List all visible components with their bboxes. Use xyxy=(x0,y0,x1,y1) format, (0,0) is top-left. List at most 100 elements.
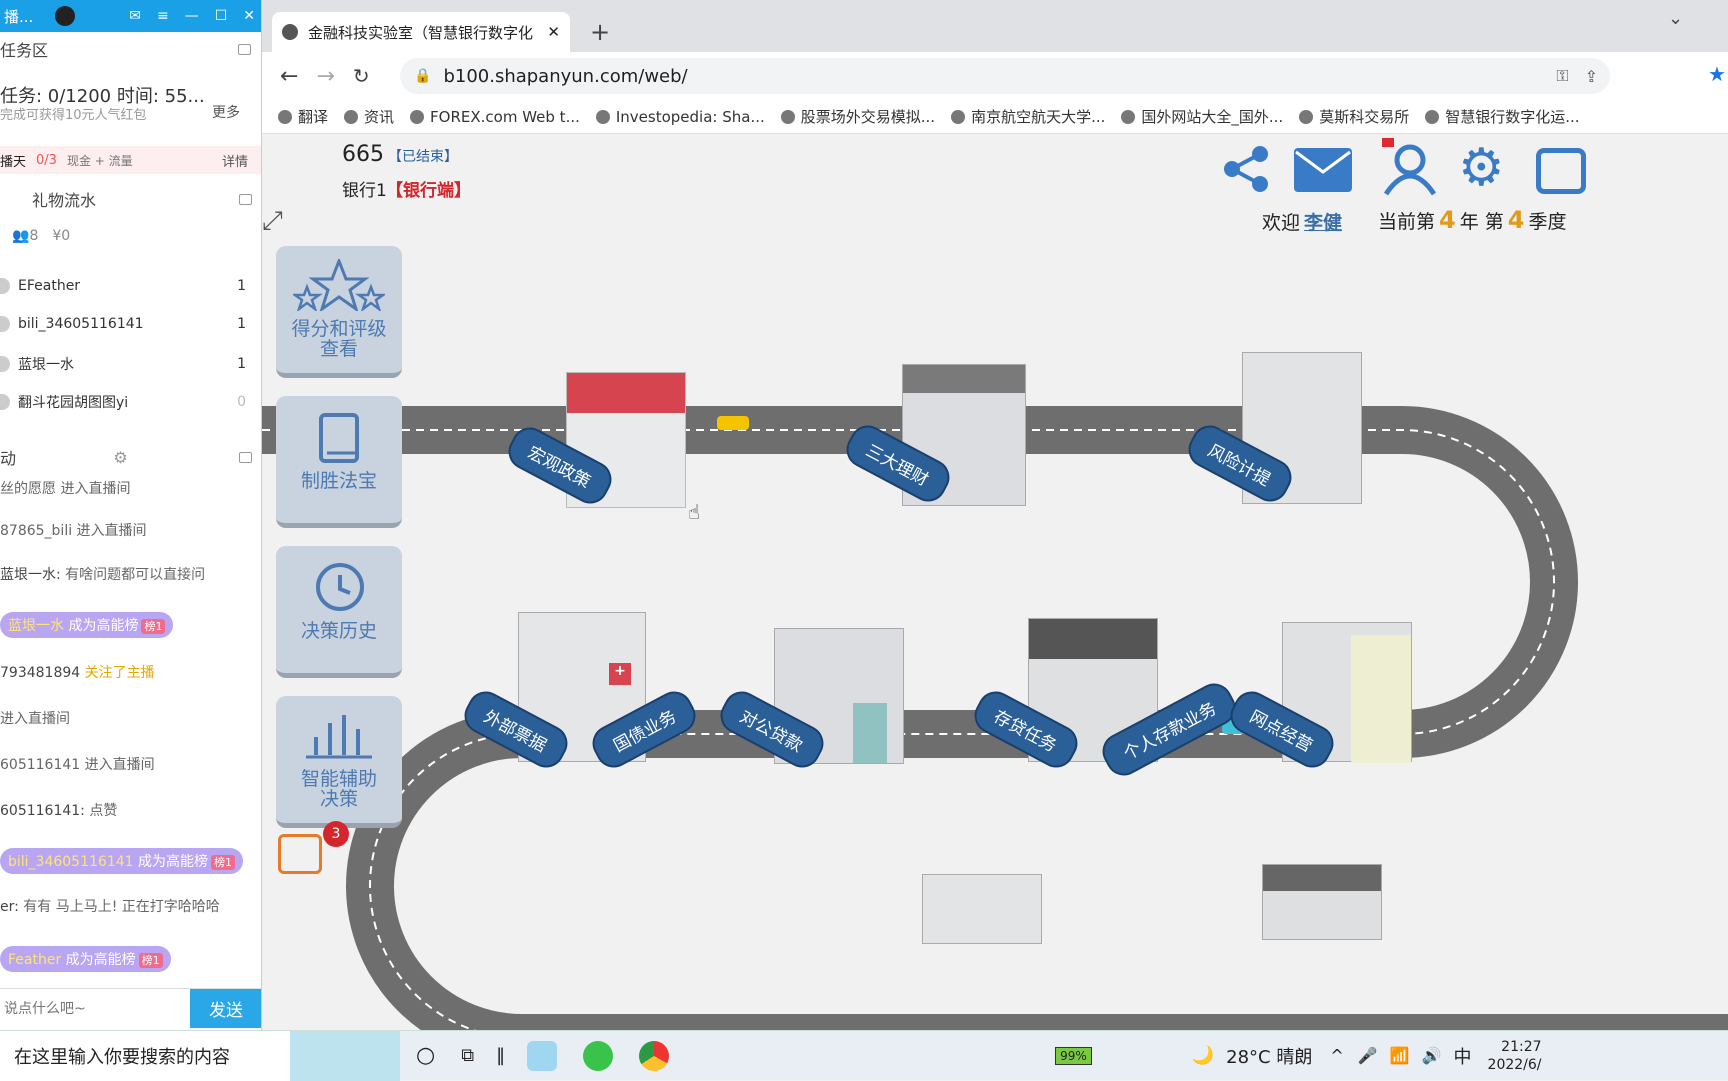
stats-row: 👥8 ¥0 xyxy=(12,228,70,244)
minimize-icon[interactable]: — xyxy=(185,8,199,24)
subtask-count: 0/3 xyxy=(36,152,57,168)
mail-icon[interactable] xyxy=(1294,148,1352,196)
lower-building-1[interactable] xyxy=(922,874,1042,944)
avatar[interactable] xyxy=(55,6,76,26)
back-icon[interactable]: ← xyxy=(280,64,298,89)
bookmark-item[interactable]: 国外网站大全_国外... xyxy=(1121,106,1283,127)
weather-text[interactable]: 28°C 晴朗 xyxy=(1226,1043,1312,1069)
popout-icon[interactable] xyxy=(239,193,252,205)
chrome-icon[interactable] xyxy=(639,1040,670,1071)
avatar xyxy=(0,278,10,294)
omnibox[interactable]: 🔒 b100.shapanyun.com/web/ ⚿ ⇪ xyxy=(400,58,1610,94)
popout-icon[interactable] xyxy=(238,451,252,463)
bookmark-item[interactable]: FOREX.com Web t... xyxy=(410,108,580,126)
bookmark-item[interactable]: 翻译 xyxy=(278,106,328,127)
new-tab-icon[interactable]: + xyxy=(590,18,610,46)
bookmark-label: FOREX.com Web t... xyxy=(430,107,580,126)
chat-text: 有啥问题都可以直接问 xyxy=(65,567,206,583)
winning-tips-button[interactable]: 制胜法宝 xyxy=(276,396,402,528)
close-tab-icon[interactable]: ✕ xyxy=(547,23,560,41)
live-stream-panel: 播... ✉ ≡ — ☐ ✕ 任务区 任务: 0/1200 时间: 55... … xyxy=(0,0,262,1030)
year-unit: 年 第 xyxy=(1459,211,1504,233)
chat-text: 605116141 进入直播间 xyxy=(0,757,155,773)
avatar xyxy=(0,356,10,372)
windows-taskbar: 在这里输入你要搜索的内容 ○ ⧉ ‖ 99% 🌙 28°C 晴朗 ^ 🎤 📶 🔊… xyxy=(0,1030,1728,1081)
taskbar-search-box[interactable]: 在这里输入你要搜索的内容 xyxy=(0,1030,290,1081)
bookmark-favicon-icon xyxy=(951,109,966,124)
bookmark-item[interactable]: 智慧银行数字化运... xyxy=(1425,106,1580,127)
winning-tips-label: 制胜法宝 xyxy=(300,470,377,492)
browser-tab[interactable]: 金融科技实验室（智慧银行数字化 ✕ xyxy=(272,12,570,52)
more-link[interactable]: 更多 xyxy=(212,102,240,122)
avatar xyxy=(0,316,10,332)
clock[interactable]: 21:27 2022/6/ xyxy=(1488,1038,1542,1074)
chat-text: 进入直播间 xyxy=(0,711,70,727)
maximize-icon[interactable]: ☐ xyxy=(215,8,228,24)
gift-user: 蓝垠一水 xyxy=(18,357,74,373)
window-icon[interactable] xyxy=(1536,148,1586,194)
star-icon[interactable]: ★ xyxy=(1708,62,1726,86)
user-link[interactable]: 李健 xyxy=(1304,208,1342,235)
smart-assist-button[interactable]: 智能辅助决策 xyxy=(276,696,402,828)
gift-row: 翻斗花园胡图图yi 0 xyxy=(0,392,246,412)
bookmark-item[interactable]: 莫斯科交易所 xyxy=(1299,106,1409,127)
task-section-title: 任务区 xyxy=(0,41,49,60)
bookmark-favicon-icon xyxy=(1425,109,1440,124)
rank-tag: 榜1 xyxy=(211,855,235,870)
share-icon[interactable]: ⇪ xyxy=(1585,67,1598,86)
chat-text: 成为高能榜 xyxy=(138,854,208,870)
close-icon[interactable]: ✕ xyxy=(243,8,255,24)
forward-icon[interactable]: → xyxy=(316,64,334,89)
wifi-icon[interactable]: 📶 xyxy=(1390,1046,1410,1065)
todo-list-icon[interactable]: 3 xyxy=(278,821,349,874)
user-icon[interactable] xyxy=(1380,138,1437,200)
key-icon[interactable]: ⚿ xyxy=(1556,66,1568,86)
bookmark-favicon-icon xyxy=(780,109,795,124)
live-app-icon[interactable] xyxy=(527,1040,558,1071)
wechat-icon[interactable] xyxy=(583,1040,614,1071)
ime-indicator[interactable]: 中 xyxy=(1454,1043,1472,1069)
mic-icon[interactable]: 🎤 xyxy=(1358,1046,1378,1065)
chat-user: er: xyxy=(0,899,19,915)
gear-icon[interactable]: ⚙ xyxy=(1458,142,1505,194)
bookmark-item[interactable]: Investopedia: Sha... xyxy=(595,107,765,126)
cortana-icon[interactable]: ○ xyxy=(416,1043,435,1068)
battery-badge: 99% xyxy=(1055,1046,1092,1065)
fullscreen-icon[interactable]: ⤢ xyxy=(262,206,283,237)
gift-row: 蓝垠一水 1 xyxy=(0,354,246,374)
chevron-up-icon[interactable]: ^ xyxy=(1330,1046,1343,1065)
taxi-car xyxy=(717,416,749,430)
chat-message: bili_34605116141 成为高能榜 榜1 xyxy=(0,848,243,874)
gear-icon[interactable]: ⚙ xyxy=(113,448,127,467)
bookmark-item[interactable]: 股票场外交易模拟... xyxy=(780,106,935,127)
gift-user: 翻斗花园胡图图yi xyxy=(18,395,129,411)
score-rating-button[interactable]: 得分和评级查看 xyxy=(276,246,402,378)
divider-icon: ‖ xyxy=(496,1045,506,1066)
menu-icon[interactable]: ≡ xyxy=(157,8,169,24)
gift-section-title: 礼物流水 xyxy=(32,191,97,210)
share-icon[interactable] xyxy=(1222,144,1282,204)
live-app-title: 播... xyxy=(4,7,34,26)
quarter-unit: 季度 xyxy=(1528,211,1567,233)
tab-search-icon[interactable]: ⌄ xyxy=(1668,8,1683,29)
bookmark-item[interactable]: 资讯 xyxy=(344,106,394,127)
popout-icon[interactable] xyxy=(238,43,251,55)
tab-title: 金融科技实验室（智慧银行数字化 xyxy=(308,23,534,42)
volume-icon[interactable]: 🔊 xyxy=(1422,1046,1442,1065)
chat-input[interactable] xyxy=(0,989,190,1028)
reload-icon[interactable]: ↻ xyxy=(353,64,370,88)
mail-icon[interactable]: ✉ xyxy=(129,8,141,24)
viewers-count: 8 xyxy=(29,228,39,244)
chat-input-row: 发送 xyxy=(0,988,261,1028)
task-view-icon[interactable]: ⧉ xyxy=(461,1045,474,1066)
bookmark-label: Investopedia: Sha... xyxy=(615,107,765,126)
gift-count: 0 xyxy=(237,394,246,410)
lock-icon[interactable]: 🔒 xyxy=(414,68,431,84)
book-icon xyxy=(319,413,359,463)
bookmark-item[interactable]: 南京航空航天大学... xyxy=(951,106,1105,127)
subtask-label: 播天 xyxy=(0,154,27,170)
details-link[interactable]: 详情 xyxy=(222,151,248,170)
decision-history-button[interactable]: 决策历史 xyxy=(276,546,402,678)
send-button[interactable]: 发送 xyxy=(190,989,261,1028)
lower-building-2[interactable] xyxy=(1262,864,1382,940)
